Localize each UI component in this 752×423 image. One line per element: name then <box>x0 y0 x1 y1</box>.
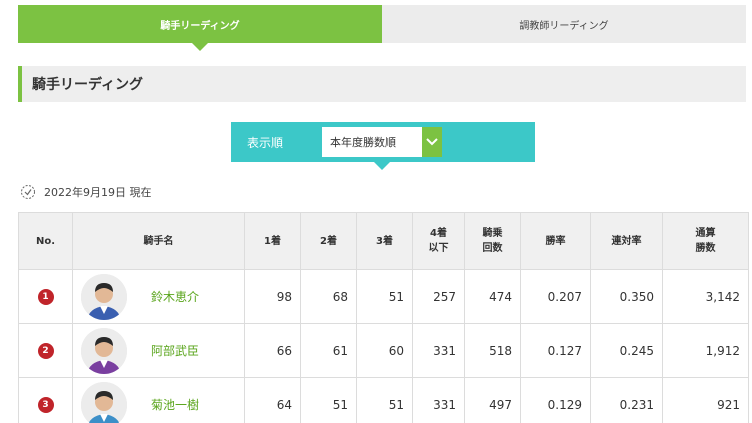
tab-label: 騎手リーディング <box>160 20 240 32</box>
column-header: 2着 <box>300 212 357 270</box>
rank-cell: 3 <box>18 377 73 423</box>
tab-jockey-leading[interactable]: 騎手リーディング <box>18 5 382 51</box>
stat-cell-first: 64 <box>244 377 301 423</box>
rank-cell: 1 <box>18 269 73 324</box>
avatar <box>81 273 127 320</box>
stat-cell-third: 60 <box>356 323 413 378</box>
stat-cell-first: 98 <box>244 269 301 324</box>
jockey-cell: 鈴木恵介 <box>72 269 245 324</box>
jockey-cell: 菊池一樹 <box>72 377 245 423</box>
stat-cell-first: 66 <box>244 323 301 378</box>
sort-order-select[interactable]: 本年度勝数順 <box>321 126 443 158</box>
stat-cell-total-wins: 921 <box>662 377 749 423</box>
jockey-name-link[interactable]: 菊池一樹 <box>151 396 199 413</box>
tab-trainer-leading[interactable]: 調教師リーディング <box>382 5 746 43</box>
table-row[interactable]: 1 鈴木恵介 98 68 51 257 474 0.207 0.350 3,142 <box>18 269 749 324</box>
jockey-cell: 阿部武臣 <box>72 323 245 378</box>
stat-cell-rides: 497 <box>464 377 521 423</box>
stat-cell-fourth-below: 257 <box>412 269 465 324</box>
jockey-name-link[interactable]: 鈴木恵介 <box>151 288 199 305</box>
column-header: 連対率 <box>590 212 663 270</box>
stat-cell-quinella-rate: 0.245 <box>590 323 663 378</box>
column-header: 4着 以下 <box>412 212 465 270</box>
stat-cell-second: 68 <box>300 269 357 324</box>
rank-badge: 2 <box>37 343 54 359</box>
as-of-date: 2022年9月19日 現在 <box>20 184 152 200</box>
avatar <box>81 381 127 423</box>
rank-cell: 2 <box>18 323 73 378</box>
chevron-down-icon[interactable] <box>422 127 442 157</box>
rank-badge: 1 <box>37 289 54 305</box>
leading-tabs: 騎手リーディング 調教師リーディング <box>18 5 746 51</box>
stat-cell-quinella-rate: 0.350 <box>590 269 663 324</box>
stat-cell-third: 51 <box>356 269 413 324</box>
stat-cell-third: 51 <box>356 377 413 423</box>
active-tab-arrow <box>192 43 208 51</box>
stat-cell-second: 51 <box>300 377 357 423</box>
stat-cell-second: 61 <box>300 323 357 378</box>
clock-icon <box>21 185 35 199</box>
leading-table: No. 騎手名 1着 2着 3着 4着 以下 騎乗 回数 勝率 連対率 通算 勝数 1 鈴木恵介 98… <box>18 212 749 423</box>
stat-cell-win-rate: 0.129 <box>520 377 591 423</box>
sort-selected-value: 本年度勝数順 <box>330 136 396 149</box>
column-header: 1着 <box>244 212 301 270</box>
tab-label: 調教師リーディング <box>519 20 609 32</box>
stat-cell-fourth-below: 331 <box>412 377 465 423</box>
column-header: No. <box>18 212 73 270</box>
stat-cell-rides: 474 <box>464 269 521 324</box>
table-row[interactable]: 2 阿部武臣 66 61 60 331 518 0.127 0.245 1,912 <box>18 323 749 378</box>
stat-cell-win-rate: 0.207 <box>520 269 591 324</box>
sort-bar-arrow <box>374 162 390 170</box>
table-row[interactable]: 3 菊池一樹 64 51 51 331 497 0.129 0.231 921 <box>18 377 749 423</box>
column-header: 騎乗 回数 <box>464 212 521 270</box>
section-title: 騎手リーディング <box>18 66 746 102</box>
sort-bar: 表示順 本年度勝数順 <box>231 122 535 162</box>
rank-badge: 3 <box>37 397 54 413</box>
column-header: 騎手名 <box>72 212 245 270</box>
sort-label: 表示順 <box>247 135 284 150</box>
stat-cell-total-wins: 1,912 <box>662 323 749 378</box>
column-header: 3着 <box>356 212 413 270</box>
column-header: 通算 勝数 <box>662 212 749 270</box>
stat-cell-fourth-below: 331 <box>412 323 465 378</box>
column-header: 勝率 <box>520 212 591 270</box>
avatar <box>81 327 127 374</box>
stat-cell-rides: 518 <box>464 323 521 378</box>
jockey-name-link[interactable]: 阿部武臣 <box>151 342 199 359</box>
table-header-row: No. 騎手名 1着 2着 3着 4着 以下 騎乗 回数 勝率 連対率 通算 勝数 <box>18 212 749 270</box>
date-text: 2022年9月19日 現在 <box>44 186 152 199</box>
stat-cell-total-wins: 3,142 <box>662 269 749 324</box>
stat-cell-win-rate: 0.127 <box>520 323 591 378</box>
stat-cell-quinella-rate: 0.231 <box>590 377 663 423</box>
